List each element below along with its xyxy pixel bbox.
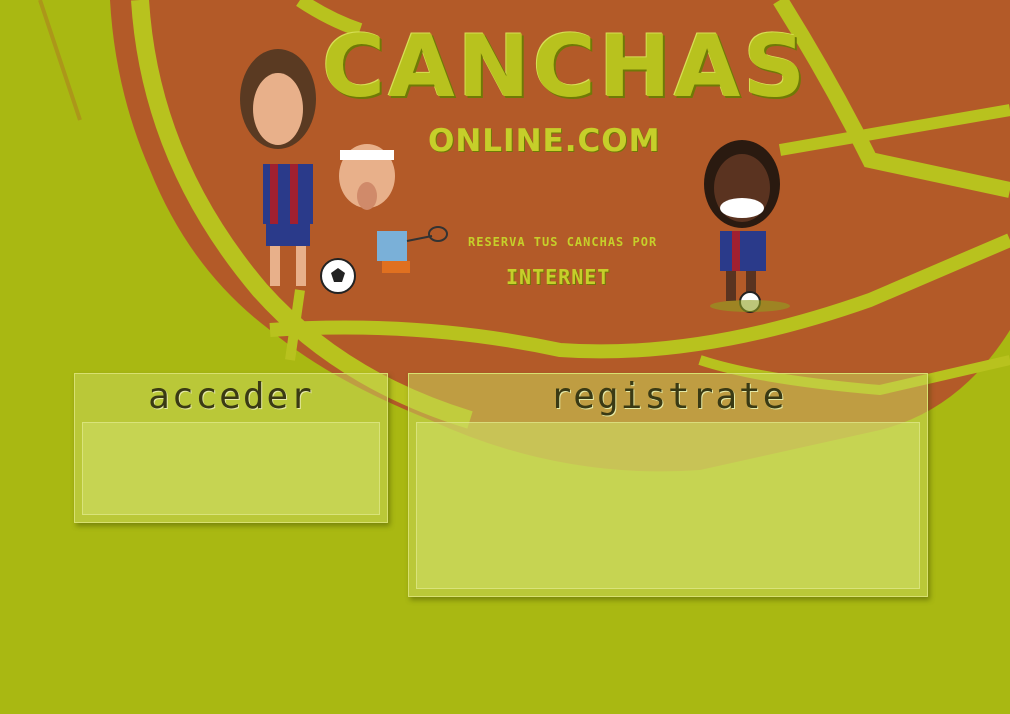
register-form-area xyxy=(416,422,920,589)
register-panel-title: registrate xyxy=(549,376,787,417)
tagline-line1: Reserva tus canchas por xyxy=(468,235,658,249)
login-panel-title: acceder xyxy=(148,376,314,417)
login-panel: acceder xyxy=(74,373,388,523)
site-logo-title: CANCHAS xyxy=(322,17,809,117)
caricature-soccer-player-right xyxy=(704,140,790,313)
site-logo-subtitle: ONLINE.COM xyxy=(428,123,661,159)
tagline-line2: INTERNET xyxy=(506,265,611,289)
login-form-area xyxy=(82,422,380,515)
register-panel: registrate xyxy=(408,373,928,597)
caricature-tennis-player xyxy=(339,144,448,273)
